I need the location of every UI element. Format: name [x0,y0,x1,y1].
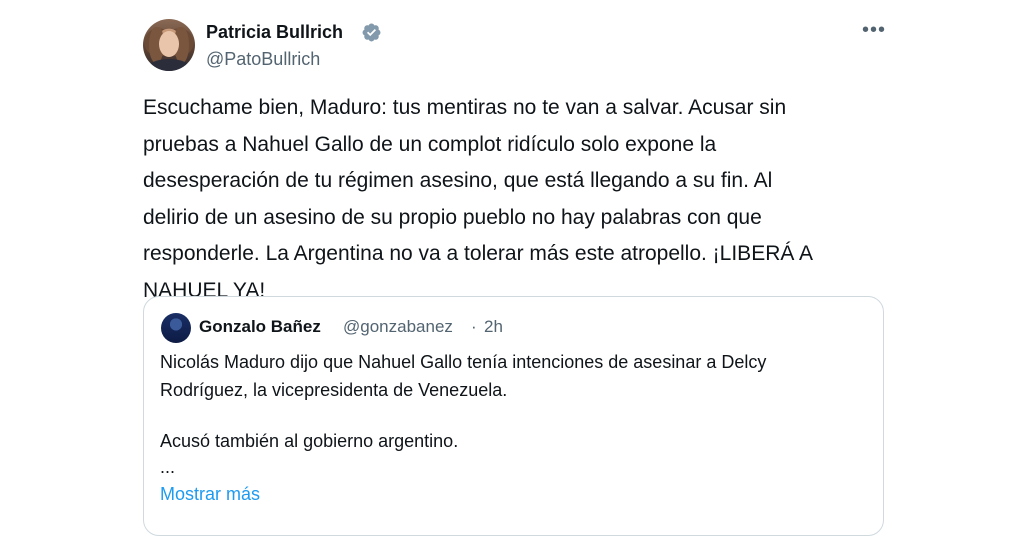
quoted-text-line: Nicolás Maduro dijo que Nahuel Gallo ten… [160,352,767,372]
quoted-author-handle[interactable]: @gonzabanez [343,316,453,338]
quoted-text-ellipsis: ... [160,457,176,477]
avatar-face [159,31,179,57]
author-handle[interactable]: @PatoBullrich [206,47,320,71]
tweet-text: Escuchame bien, Maduro: tus mentiras no … [143,96,814,302]
author-name[interactable]: Patricia Bullrich [206,20,343,44]
more-options-icon[interactable]: ••• [860,20,888,44]
author-avatar[interactable] [143,19,195,71]
quoted-author-avatar[interactable] [161,313,191,343]
quoted-timestamp[interactable]: 2h [484,316,503,338]
separator-dot: · [471,317,477,336]
quoted-text-line: Rodríguez, la vicepresidenta de Venezuel… [160,380,508,400]
quoted-text-line: Acusó también al gobierno argentino. [160,431,459,451]
verified-badge-icon [362,23,381,42]
quoted-author-name[interactable]: Gonzalo Bañez [199,316,321,338]
tweet: Patricia Bullrich @PatoBullrich ••• Escu… [0,0,1024,536]
show-more-link[interactable]: Mostrar más [160,481,260,507]
